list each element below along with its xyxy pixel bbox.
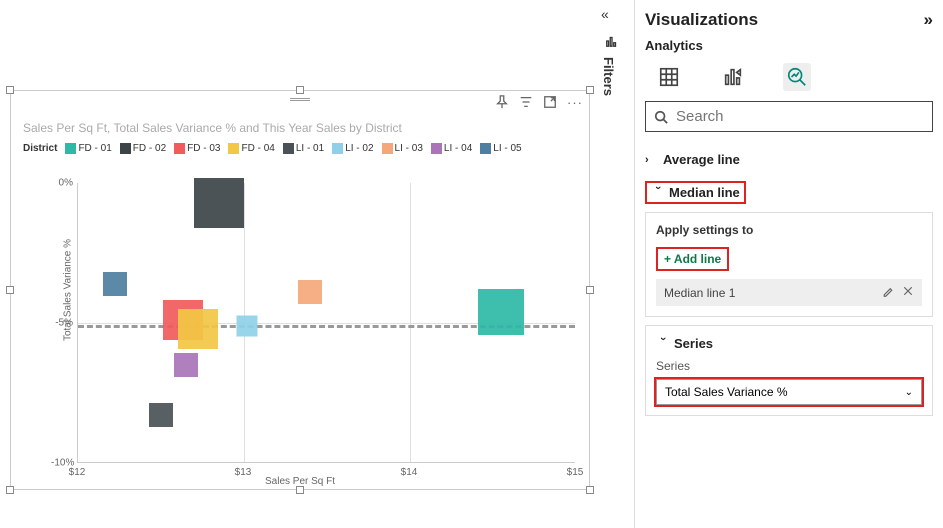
chevron-right-icon: ›: [645, 154, 659, 166]
format-tab-icon[interactable]: [719, 63, 747, 91]
x-tick: $12: [69, 467, 86, 478]
resize-handle[interactable]: [296, 86, 304, 94]
pane-tabs: [645, 59, 933, 101]
chevron-down-icon: ›: [652, 186, 664, 200]
data-point[interactable]: [298, 280, 322, 304]
series-dropdown[interactable]: Total Sales Variance % ⌄: [656, 379, 922, 405]
median-line-row[interactable]: Median line 1: [656, 279, 922, 306]
resize-handle[interactable]: [6, 86, 14, 94]
x-axis-label: Sales Per Sq Ft: [265, 476, 335, 487]
more-options-icon[interactable]: ···: [567, 95, 583, 112]
resize-handle[interactable]: [6, 286, 14, 294]
resize-handle[interactable]: [586, 286, 594, 294]
search-field[interactable]: [676, 108, 924, 125]
add-line-button[interactable]: + Add line: [656, 247, 729, 271]
search-icon: [654, 110, 668, 124]
resize-handle[interactable]: [6, 486, 14, 494]
y-tick: -5%: [51, 318, 73, 329]
collapse-panel-icon[interactable]: «: [601, 6, 609, 22]
expand-panel-icon[interactable]: »: [924, 10, 933, 30]
resize-handle[interactable]: [296, 486, 304, 494]
focus-mode-icon[interactable]: [543, 95, 557, 112]
search-input[interactable]: [645, 101, 933, 132]
legend: DistrictFD - 01FD - 02FD - 03FD - 04LI -…: [23, 143, 577, 154]
apply-settings-card: Apply settings to + Add line Median line…: [645, 212, 933, 317]
data-point[interactable]: [178, 309, 218, 349]
data-point[interactable]: [103, 272, 127, 296]
chevron-down-icon: ›: [657, 337, 669, 351]
series-expander[interactable]: › Series: [656, 336, 922, 351]
filters-pane[interactable]: Filters: [601, 34, 623, 96]
legend-item[interactable]: FD - 04: [228, 143, 274, 154]
legend-item[interactable]: FD - 03: [174, 143, 220, 154]
legend-item[interactable]: FD - 02: [120, 143, 166, 154]
data-point[interactable]: [237, 315, 258, 336]
data-point[interactable]: [194, 178, 244, 228]
series-sublabel: Series: [656, 359, 922, 373]
chart-title: Sales Per Sq Ft, Total Sales Variance % …: [23, 121, 589, 135]
legend-item[interactable]: LI - 02: [332, 143, 373, 154]
analytics-tab-icon[interactable]: [783, 63, 811, 91]
plot-area: [77, 183, 575, 463]
filters-label: Filters: [601, 57, 616, 96]
delete-icon[interactable]: [902, 285, 914, 300]
legend-item[interactable]: LI - 05: [480, 143, 521, 154]
panel-title: Visualizations: [645, 10, 758, 30]
filters-icon: [601, 34, 623, 51]
analytics-subtitle: Analytics: [645, 38, 933, 53]
fields-tab-icon[interactable]: [655, 63, 683, 91]
apply-settings-label: Apply settings to: [656, 223, 922, 237]
median-line-label: Median line: [669, 185, 740, 200]
data-point[interactable]: [174, 353, 198, 377]
legend-item[interactable]: LI - 04: [431, 143, 472, 154]
series-value: Total Sales Variance %: [665, 385, 788, 399]
pin-icon[interactable]: [495, 95, 509, 112]
legend-item[interactable]: FD - 01: [65, 143, 111, 154]
chevron-down-icon: ⌄: [905, 387, 913, 398]
x-tick: $13: [235, 467, 252, 478]
legend-item[interactable]: LI - 01: [283, 143, 324, 154]
resize-handle[interactable]: [586, 486, 594, 494]
median-line-expander[interactable]: › Median line: [645, 181, 746, 204]
drag-grip[interactable]: [290, 97, 310, 103]
series-heading: Series: [674, 336, 713, 351]
data-point[interactable]: [149, 403, 173, 427]
average-line-expander[interactable]: › Average line: [645, 146, 933, 173]
filter-icon[interactable]: [519, 95, 533, 112]
x-tick: $15: [567, 467, 584, 478]
y-tick: 0%: [51, 178, 73, 189]
chart-visual[interactable]: ··· Sales Per Sq Ft, Total Sales Varianc…: [10, 90, 590, 490]
legend-item[interactable]: LI - 03: [382, 143, 423, 154]
series-card: › Series Series Total Sales Variance % ⌄: [645, 325, 933, 416]
resize-handle[interactable]: [586, 86, 594, 94]
x-tick: $14: [401, 467, 418, 478]
edit-icon[interactable]: [882, 285, 894, 300]
visualizations-panel: Visualizations » Analytics › Average lin…: [634, 0, 943, 528]
line-name-label: Median line 1: [664, 286, 735, 300]
data-point[interactable]: [478, 289, 524, 335]
average-line-label: Average line: [663, 152, 740, 167]
